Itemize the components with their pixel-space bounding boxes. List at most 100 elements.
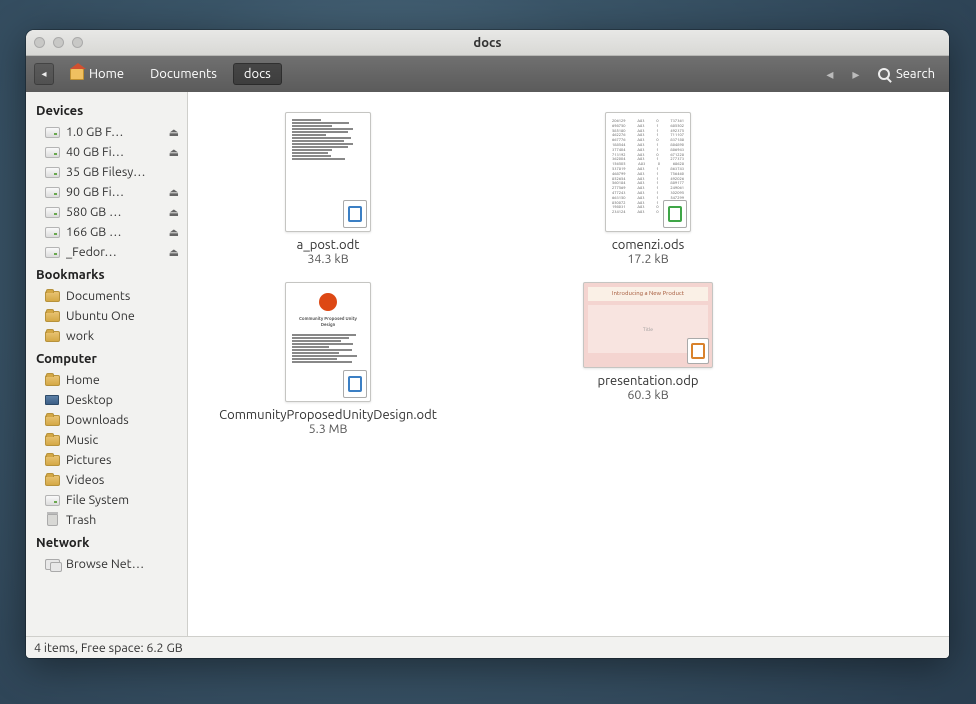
sidebar-item-label: 166 GB … bbox=[66, 225, 163, 239]
sidebar-item[interactable]: 580 GB … ⏏ bbox=[26, 202, 187, 222]
sidebar-item[interactable]: Documents bbox=[26, 286, 187, 306]
search-icon bbox=[878, 68, 890, 80]
file-item[interactable]: 206129A830737361698750A831685502585180A8… bbox=[508, 104, 788, 274]
drive-icon bbox=[45, 127, 60, 138]
sidebar-item[interactable]: work bbox=[26, 326, 187, 346]
search-label: Search bbox=[896, 67, 935, 81]
sidebar-item[interactable]: Browse Net… bbox=[26, 554, 187, 574]
history-forward-button[interactable]: ▸ bbox=[846, 66, 866, 83]
file-thumbnail: Community Proposed Unity Design bbox=[285, 282, 371, 402]
minimize-button[interactable] bbox=[53, 37, 64, 48]
trash-icon bbox=[47, 514, 58, 526]
sidebar-item[interactable]: Trash bbox=[26, 510, 187, 530]
sidebar-item-label: Ubuntu One bbox=[66, 309, 179, 323]
folder-icon bbox=[45, 375, 60, 386]
drive-icon bbox=[45, 147, 60, 158]
sidebar-item-label: 1.0 GB F… bbox=[66, 125, 163, 139]
breadcrumb-documents[interactable]: Documents bbox=[140, 64, 227, 84]
sidebar-item-label: Browse Net… bbox=[66, 557, 179, 571]
file-grid[interactable]: a_post.odt34.3 kB 206129A830737361698750A… bbox=[188, 92, 949, 636]
folder-icon bbox=[45, 415, 60, 426]
sidebar-item[interactable]: 35 GB Filesy… bbox=[26, 162, 187, 182]
eject-icon[interactable]: ⏏ bbox=[169, 226, 179, 239]
folder-icon bbox=[45, 475, 60, 486]
folder-icon bbox=[45, 455, 60, 466]
file-name: CommunityProposedUnityDesign.odt bbox=[219, 408, 437, 422]
file-size: 17.2 kB bbox=[627, 252, 668, 266]
close-button[interactable] bbox=[34, 37, 45, 48]
breadcrumb-docs[interactable]: docs bbox=[233, 63, 282, 85]
eject-icon[interactable]: ⏏ bbox=[169, 246, 179, 259]
drive-icon bbox=[45, 167, 60, 178]
filetype-badge bbox=[663, 200, 687, 228]
drive-icon bbox=[45, 247, 60, 258]
document-icon bbox=[348, 206, 362, 222]
file-item[interactable]: Introducing a New ProductTitlepresentati… bbox=[508, 274, 788, 444]
window-controls bbox=[34, 37, 83, 48]
sidebar-item-label: Documents bbox=[66, 289, 179, 303]
window-title: docs bbox=[26, 36, 949, 50]
sidebar-item[interactable]: 90 GB Fi… ⏏ bbox=[26, 182, 187, 202]
sidebar-item-label: Trash bbox=[66, 513, 179, 527]
sidebar-item-label: 90 GB Fi… bbox=[66, 185, 163, 199]
sidebar-item[interactable]: Home bbox=[26, 370, 187, 390]
file-item[interactable]: Community Proposed Unity Design Community… bbox=[188, 274, 468, 444]
file-manager-window: docs ◂ Home Documents docs ◂ ▸ Search De… bbox=[26, 30, 949, 658]
file-item[interactable]: a_post.odt34.3 kB bbox=[188, 104, 468, 274]
spreadsheet-icon bbox=[668, 206, 682, 222]
sidebar-item[interactable]: _Fedor… ⏏ bbox=[26, 242, 187, 262]
eject-icon[interactable]: ⏏ bbox=[169, 146, 179, 159]
sidebar-section-computer: Computer bbox=[26, 346, 187, 370]
folder-icon bbox=[45, 331, 60, 342]
file-name: presentation.odp bbox=[598, 374, 699, 388]
back-button[interactable]: ◂ bbox=[34, 63, 54, 85]
sidebar-item-label: Pictures bbox=[66, 453, 179, 467]
sidebar: Devices1.0 GB F…⏏40 GB Fi…⏏35 GB Filesy…… bbox=[26, 92, 188, 636]
sidebar-item-label: Desktop bbox=[66, 393, 179, 407]
document-icon bbox=[348, 376, 362, 392]
sidebar-item[interactable]: Videos bbox=[26, 470, 187, 490]
sidebar-section-bookmarks: Bookmarks bbox=[26, 262, 187, 286]
filetype-badge bbox=[343, 200, 367, 228]
breadcrumb-label: Home bbox=[89, 67, 124, 81]
sidebar-item[interactable]: Pictures bbox=[26, 450, 187, 470]
sidebar-item[interactable]: Downloads bbox=[26, 410, 187, 430]
file-size: 5.3 MB bbox=[309, 422, 348, 436]
file-size: 60.3 kB bbox=[627, 388, 668, 402]
eject-icon[interactable]: ⏏ bbox=[169, 186, 179, 199]
sidebar-item-label: Downloads bbox=[66, 413, 179, 427]
file-thumbnail bbox=[285, 112, 371, 232]
sidebar-item-label: _Fedor… bbox=[66, 245, 163, 259]
filetype-badge bbox=[687, 338, 709, 364]
file-thumbnail: 206129A830737361698750A831685502585180A8… bbox=[605, 112, 691, 232]
filetype-badge bbox=[343, 370, 367, 398]
sidebar-item[interactable]: Desktop bbox=[26, 390, 187, 410]
drive-icon bbox=[45, 187, 60, 198]
folder-icon bbox=[45, 291, 60, 302]
status-text: 4 items, Free space: 6.2 GB bbox=[34, 641, 183, 655]
sidebar-item-label: 580 GB … bbox=[66, 205, 163, 219]
sidebar-item-label: Videos bbox=[66, 473, 179, 487]
breadcrumb-home[interactable]: Home bbox=[60, 64, 134, 84]
desktop-icon bbox=[45, 395, 59, 405]
titlebar[interactable]: docs bbox=[26, 30, 949, 56]
sidebar-item[interactable]: Music bbox=[26, 430, 187, 450]
maximize-button[interactable] bbox=[72, 37, 83, 48]
sidebar-item-label: Music bbox=[66, 433, 179, 447]
sidebar-item[interactable]: 40 GB Fi… ⏏ bbox=[26, 142, 187, 162]
sidebar-item-label: work bbox=[66, 329, 179, 343]
eject-icon[interactable]: ⏏ bbox=[169, 126, 179, 139]
sidebar-item-label: 35 GB Filesy… bbox=[66, 165, 179, 179]
drive-icon bbox=[45, 227, 60, 238]
sidebar-item[interactable]: Ubuntu One bbox=[26, 306, 187, 326]
sidebar-item[interactable]: 1.0 GB F… ⏏ bbox=[26, 122, 187, 142]
search-button[interactable]: Search bbox=[872, 67, 941, 81]
sidebar-item[interactable]: File System bbox=[26, 490, 187, 510]
breadcrumb-label: Documents bbox=[150, 67, 217, 81]
breadcrumb-label: docs bbox=[244, 67, 271, 81]
status-bar: 4 items, Free space: 6.2 GB bbox=[26, 636, 949, 658]
history-back-button[interactable]: ◂ bbox=[820, 66, 840, 83]
sidebar-item[interactable]: 166 GB … ⏏ bbox=[26, 222, 187, 242]
eject-icon[interactable]: ⏏ bbox=[169, 206, 179, 219]
sidebar-item-label: 40 GB Fi… bbox=[66, 145, 163, 159]
